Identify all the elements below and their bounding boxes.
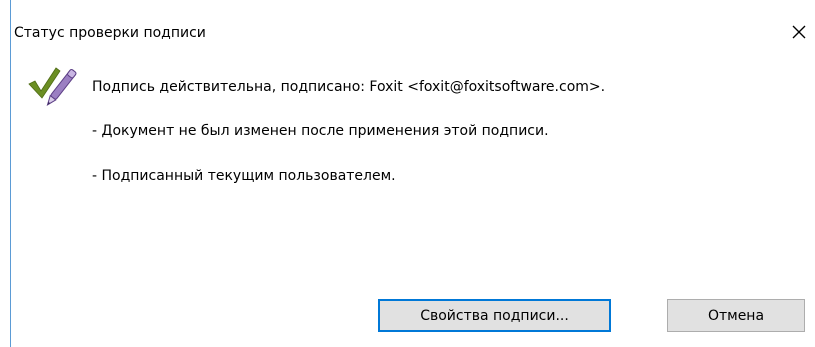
signature-status-dialog: Статус проверки подписи Подпись действит… [0, 0, 815, 347]
window-border [10, 0, 11, 347]
close-button[interactable] [787, 20, 811, 44]
dialog-title: Статус проверки подписи [14, 25, 206, 41]
close-icon [792, 25, 806, 39]
document-unchanged-message: - Документ не был изменен после применен… [92, 123, 549, 139]
signature-properties-button[interactable]: Свойства подписи... [378, 299, 611, 332]
signature-valid-icon [28, 67, 77, 106]
signature-valid-message: Подпись действительна, подписано: Foxit … [92, 79, 606, 95]
cancel-button[interactable]: Отмена [667, 299, 805, 332]
signed-by-current-user-message: - Подписанный текущим пользователем. [92, 168, 396, 184]
